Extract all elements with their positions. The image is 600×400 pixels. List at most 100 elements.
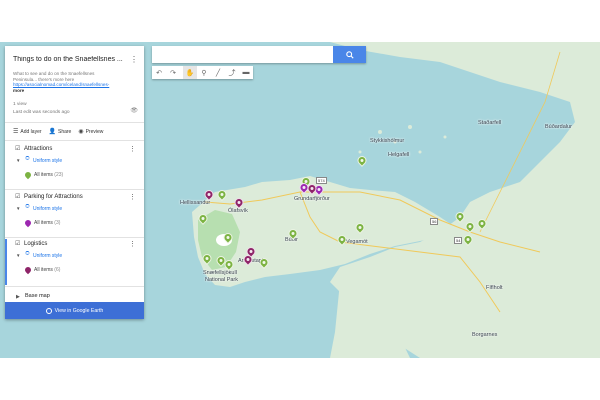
marker-icon[interactable]: ⚲ (197, 66, 211, 79)
view-in-google-earth-button[interactable]: View in Google Earth (5, 302, 144, 319)
eye-icon: ◉ (78, 129, 84, 135)
layer-pin-icon (23, 218, 33, 228)
share-button[interactable]: 👤 Share (49, 128, 72, 135)
layer-style-link[interactable]: Uniform style (33, 253, 62, 259)
attraction-marker[interactable] (463, 220, 477, 234)
attraction-marker[interactable] (215, 188, 229, 202)
last-edit-status: Last edit was seconds ago (13, 110, 70, 115)
collapse-arrow-icon[interactable]: ▼ (16, 253, 20, 258)
layer-items[interactable]: All items (23) (34, 172, 63, 178)
road-shield-56: 56 (430, 218, 439, 225)
preview-label: Preview (85, 129, 104, 135)
layer-attractions: ☑ Attractions ⋮ ▼ ⎊ Uniform style All it… (5, 144, 144, 190)
attraction-marker[interactable] (453, 210, 467, 224)
attraction-marker[interactable] (475, 217, 489, 231)
redo-icon[interactable]: ↷ (166, 66, 180, 79)
selected-layer-indicator (5, 239, 7, 285)
paint-roller-icon: ⎊ (25, 204, 30, 210)
place-grundarfjordur: Grundarfjörður (294, 196, 330, 202)
attraction-marker[interactable] (196, 212, 210, 226)
collapse-arrow-icon[interactable]: ▼ (16, 158, 20, 163)
attraction-marker[interactable] (200, 252, 214, 266)
place-budardalur: Búðardalur (545, 124, 572, 130)
add-person-icon: 👤 (48, 129, 56, 135)
divider (5, 140, 144, 141)
place-helgafell: Helgafell (388, 152, 410, 158)
share-label: Share (58, 129, 72, 135)
globe-icon (45, 307, 52, 314)
map-legend-panel: Things to do on the Snaefellsnes ... ⋮ W… (5, 46, 144, 319)
layer-style-link[interactable]: Uniform style (33, 158, 62, 164)
attraction-marker[interactable] (355, 154, 369, 168)
layer-checkbox[interactable]: ☑ (15, 145, 20, 152)
preview-button[interactable]: ◉ Preview (78, 128, 103, 135)
place-fiftinull: Fíflholt (486, 285, 503, 291)
divider (5, 237, 144, 238)
map-toolbar: ↶ ↷ ✋ ⚲ ╱ ⤴ ▬ (152, 66, 253, 79)
layer-logistics: ☑ Logistics ⋮ ▼ ⎊ Uniform style All item… (5, 239, 144, 285)
road-shield-574: 574 (316, 177, 327, 184)
layer-pin-icon (23, 170, 33, 180)
map-description[interactable]: What to see and do on the Snaefellsnes P… (13, 71, 137, 93)
layer-name[interactable]: Parking for Attractions (24, 194, 83, 200)
items-label: All items (34, 220, 53, 226)
items-label: All items (34, 267, 53, 273)
ruler-icon[interactable]: ▬ (239, 66, 253, 79)
items-count: (23) (54, 172, 64, 178)
logistics-marker[interactable] (202, 188, 216, 202)
items-label: All items (34, 172, 53, 178)
layer-checkbox[interactable]: ☑ (15, 240, 20, 247)
place-stadarfell: Staðarfell (478, 120, 502, 126)
layer-name[interactable]: Attractions (24, 146, 52, 152)
layer-pin-icon (23, 265, 33, 275)
hand-icon[interactable]: ✋ (183, 66, 197, 79)
layer-parking: ☑ Parking for Attractions ⋮ ▼ ⎊ Uniform … (5, 192, 144, 238)
expand-arrow-icon[interactable]: ▶ (16, 294, 20, 300)
attraction-marker[interactable] (222, 258, 236, 272)
layer-options-icon[interactable]: ⋮ (129, 240, 136, 248)
paint-roller-icon: ⎊ (25, 156, 30, 162)
items-count: (6) (54, 267, 61, 273)
search-input[interactable] (152, 46, 333, 63)
attraction-marker[interactable] (257, 256, 271, 270)
layer-name[interactable]: Logistics (24, 241, 47, 247)
undo-icon[interactable]: ↶ (152, 66, 166, 79)
view-count: 1 view (13, 102, 27, 107)
attraction-marker[interactable] (286, 227, 300, 241)
map-title[interactable]: Things to do on the Snaefellsnes ... (13, 56, 131, 63)
base-map-toggle[interactable]: Base map (25, 293, 50, 299)
search-button[interactable] (333, 46, 366, 63)
layer-options-icon[interactable]: ⋮ (129, 145, 136, 153)
layer-items[interactable]: All items (3) (34, 220, 60, 226)
attraction-marker[interactable] (461, 233, 475, 247)
route-icon[interactable]: ⤴ (225, 66, 239, 79)
attraction-marker[interactable] (335, 233, 349, 247)
items-count: (3) (54, 220, 61, 226)
place-national-park: National Park (205, 277, 239, 283)
add-layer-button[interactable]: ☰ Add layer (13, 128, 42, 135)
app-frame: Staðarfell Búðardalur Stykkishólmur Helg… (0, 42, 600, 358)
line-icon[interactable]: ╱ (211, 66, 225, 79)
layers-icon: ☰ (13, 129, 19, 135)
collapse-arrow-icon[interactable]: ▼ (16, 206, 20, 211)
layer-items[interactable]: All items (6) (34, 267, 60, 273)
paint-roller-icon: ⎊ (25, 251, 30, 257)
layer-options-icon[interactable]: ⋮ (129, 193, 136, 201)
description-more[interactable]: more (13, 88, 137, 94)
logistics-marker[interactable] (232, 196, 246, 210)
attraction-marker[interactable] (221, 231, 235, 245)
layer-checkbox[interactable]: ☑ (15, 193, 20, 200)
panel-actions: ☰ Add layer 👤 Share ◉ Preview (13, 128, 103, 135)
attraction-marker[interactable] (353, 221, 367, 235)
earth-button-label: View in Google Earth (54, 307, 104, 314)
divider (5, 286, 144, 287)
more-options-icon[interactable]: ⋮ (130, 55, 138, 64)
eye-icon[interactable]: 👁 (130, 107, 138, 114)
logistics-marker[interactable] (241, 253, 255, 267)
logistics-marker[interactable] (305, 182, 319, 196)
layer-style-link[interactable]: Uniform style (33, 206, 62, 212)
place-vegamot: Vegamót (346, 239, 368, 245)
search-box (152, 46, 366, 63)
place-stykkisholmur: Stykkishólmur (370, 138, 405, 144)
add-layer-label: Add layer (20, 129, 42, 135)
